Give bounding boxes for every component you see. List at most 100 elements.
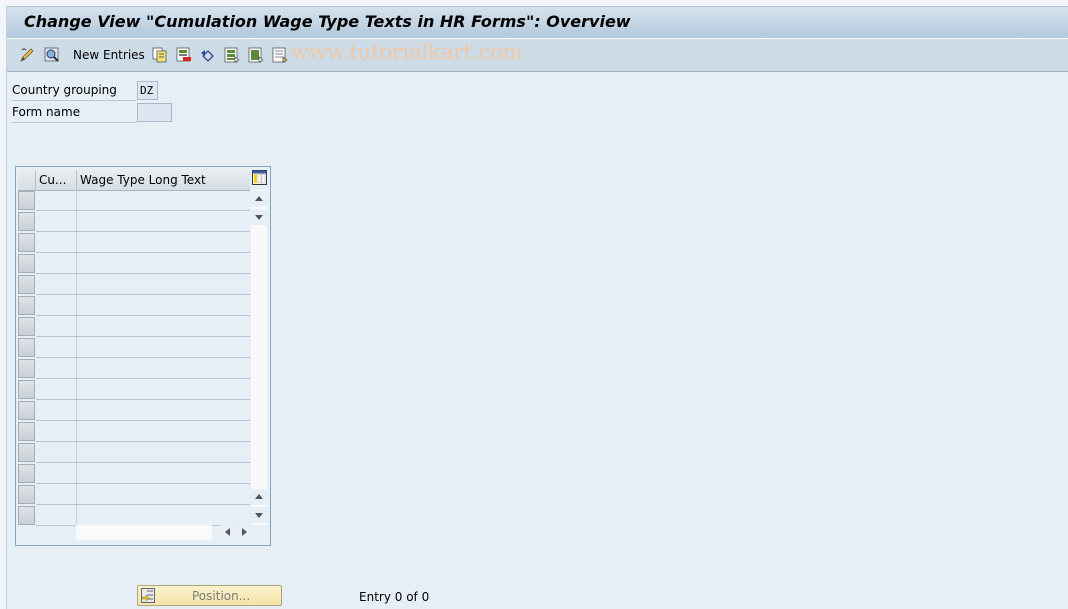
display-change-icon[interactable]	[19, 47, 35, 63]
table-row[interactable]	[36, 295, 250, 316]
cumulation-cell[interactable]	[36, 211, 77, 231]
cumulation-cell[interactable]	[36, 379, 77, 399]
cumulation-cell[interactable]	[36, 358, 77, 378]
cumulation-cell[interactable]	[36, 463, 77, 483]
scroll-page-down-button[interactable]	[251, 507, 267, 523]
vertical-scrollbar[interactable]	[251, 190, 267, 525]
cumulation-cell[interactable]	[36, 274, 77, 294]
cumulation-cell[interactable]	[36, 337, 77, 357]
page-title: Change View "Cumulation Wage Type Texts …	[24, 12, 631, 31]
horizontal-scrollbar[interactable]	[76, 525, 212, 540]
table-row[interactable]	[36, 421, 250, 442]
cumulation-cell[interactable]	[36, 421, 77, 441]
row-selector-button[interactable]	[18, 254, 35, 273]
form-name-field[interactable]	[137, 103, 172, 122]
row-selector-button[interactable]	[18, 422, 35, 441]
wage-type-long-text-cell[interactable]	[77, 484, 250, 504]
table-row[interactable]	[36, 379, 250, 400]
column-header-cumulation[interactable]: Cu...	[36, 170, 77, 190]
table-row[interactable]	[36, 463, 250, 484]
row-selector-button[interactable]	[18, 296, 35, 315]
watermark-text: www.tutorialkart.com	[291, 40, 523, 64]
table-row[interactable]	[36, 337, 250, 358]
row-selector-button[interactable]	[18, 212, 35, 231]
cumulation-cell[interactable]	[36, 442, 77, 462]
cumulation-cell[interactable]	[36, 316, 77, 336]
cumulation-cell[interactable]	[36, 190, 77, 210]
wage-type-long-text-cell[interactable]	[77, 274, 250, 294]
wage-type-long-text-cell[interactable]	[77, 232, 250, 252]
row-selector-button[interactable]	[18, 275, 35, 294]
country-grouping-label: Country grouping	[12, 81, 137, 101]
wage-type-long-text-cell[interactable]	[77, 421, 250, 441]
row-selector-button[interactable]	[18, 401, 35, 420]
row-selector-button[interactable]	[18, 443, 35, 462]
position-button[interactable]: Position...	[137, 585, 282, 606]
application-toolbar: New Entries www.tutorialkart.com	[7, 39, 1068, 72]
table-row[interactable]	[36, 274, 250, 295]
row-selector-button[interactable]	[18, 464, 35, 483]
new-entries-button[interactable]: New Entries	[73, 48, 145, 62]
select-all-icon[interactable]	[224, 47, 240, 63]
scroll-right-button[interactable]	[236, 525, 251, 540]
wage-type-long-text-cell[interactable]	[77, 316, 250, 336]
arrow-down-icon	[255, 513, 263, 518]
column-header-wage-type-long-text[interactable]: Wage Type Long Text	[77, 170, 250, 190]
wage-type-long-text-cell[interactable]	[77, 505, 250, 525]
cumulation-cell[interactable]	[36, 253, 77, 273]
entry-count: Entry 0 of 0	[359, 590, 430, 604]
row-selector-button[interactable]	[18, 485, 35, 504]
wage-type-long-text-cell[interactable]	[77, 463, 250, 483]
wage-type-long-text-cell[interactable]	[77, 190, 250, 210]
table-row[interactable]	[36, 484, 250, 505]
select-block-icon[interactable]	[248, 47, 264, 63]
cumulation-cell[interactable]	[36, 295, 77, 315]
country-grouping-field[interactable]: DZ	[137, 81, 158, 100]
row-selector-button[interactable]	[18, 380, 35, 399]
scroll-up-button[interactable]	[251, 191, 267, 207]
wage-type-long-text-cell[interactable]	[77, 211, 250, 231]
form-name-label: Form name	[12, 103, 137, 123]
table-row[interactable]	[36, 505, 250, 526]
cumulation-cell[interactable]	[36, 232, 77, 252]
table-row[interactable]	[36, 232, 250, 253]
table-row[interactable]	[36, 358, 250, 379]
row-selector-button[interactable]	[18, 233, 35, 252]
table-row[interactable]	[36, 442, 250, 463]
table-row[interactable]	[36, 400, 250, 421]
scroll-page-up-button[interactable]	[251, 489, 267, 505]
cumulation-cell[interactable]	[36, 505, 77, 525]
table-row[interactable]	[36, 211, 250, 232]
wage-type-long-text-cell[interactable]	[77, 442, 250, 462]
wage-type-long-text-cell[interactable]	[77, 295, 250, 315]
deselect-all-icon[interactable]	[272, 47, 288, 63]
wage-type-long-text-cell[interactable]	[77, 337, 250, 357]
find-icon[interactable]	[44, 47, 60, 63]
copy-as-icon[interactable]	[152, 47, 168, 63]
position-icon	[141, 588, 155, 603]
row-selector-button[interactable]	[18, 506, 35, 525]
delete-icon[interactable]	[176, 47, 192, 63]
scroll-down-button[interactable]	[251, 209, 267, 225]
table-row[interactable]	[36, 190, 250, 211]
cumulation-cell[interactable]	[36, 484, 77, 504]
wage-type-long-text-cell[interactable]	[77, 358, 250, 378]
select-all-rows-button[interactable]	[18, 170, 36, 190]
wage-type-long-text-cell[interactable]	[77, 253, 250, 273]
scroll-left-button[interactable]	[220, 525, 235, 540]
arrow-up-icon	[255, 196, 263, 201]
position-button-label: Position...	[192, 589, 251, 603]
row-selector-button[interactable]	[18, 191, 35, 210]
table-row[interactable]	[36, 253, 250, 274]
wage-type-long-text-cell[interactable]	[77, 379, 250, 399]
table-row[interactable]	[36, 316, 250, 337]
row-selector-button[interactable]	[18, 338, 35, 357]
arrow-down-icon	[255, 215, 263, 220]
cumulation-cell[interactable]	[36, 400, 77, 420]
wage-type-long-text-cell[interactable]	[77, 400, 250, 420]
row-selector-button[interactable]	[18, 359, 35, 378]
undo-change-icon[interactable]	[200, 47, 216, 63]
table-control: Cu... Wage Type Long Text	[15, 166, 271, 546]
table-settings-icon[interactable]	[252, 170, 267, 185]
row-selector-button[interactable]	[18, 317, 35, 336]
